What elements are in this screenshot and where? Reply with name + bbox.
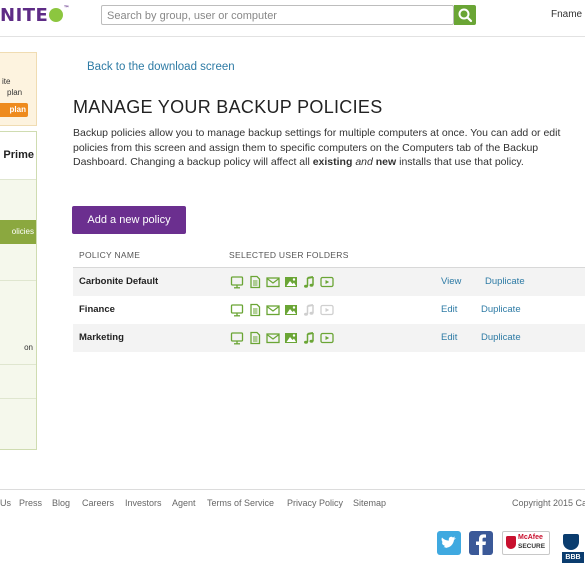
footer-link-press[interactable]: Press [19,498,42,508]
facebook-f-icon [476,534,486,555]
column-header-user-folders: SELECTED USER FOLDERS [229,250,349,260]
email-folder-icon [266,277,280,288]
duplicate-policy-link[interactable]: Duplicate [481,332,521,343]
edit-policy-link[interactable]: Edit [441,332,457,343]
back-to-download-link[interactable]: Back to the download screen [87,61,235,73]
policy-name: Carbonite Default [79,276,159,287]
table-row: Finance Edit Duplicate [73,296,585,324]
sidebar-upgrade-box: ite plan plan [0,52,37,126]
footer-link-agent[interactable]: Agent [172,498,196,508]
documents-folder-icon [250,303,261,317]
column-header-policy-name: POLICY NAME [79,250,141,260]
documents-folder-icon [250,331,261,345]
duplicate-policy-link[interactable]: Duplicate [485,276,525,287]
logo-o-mark [49,8,64,22]
desktop-folder-icon [230,332,244,345]
bbb-label: BBB [562,552,584,563]
videos-folder-icon [320,276,334,288]
desktop-folder-icon [230,276,244,289]
plan-title: Prime [0,132,36,180]
carbonite-logo[interactable]: NITE ™ [0,5,70,26]
top-header: NITE ™ Fname L [0,0,585,37]
videos-folder-icon [320,332,334,344]
bbb-badge[interactable]: BBB [560,530,585,572]
footer-link-investors[interactable]: Investors [125,498,162,508]
copyright-text: Copyright 2015 Ca [512,498,585,508]
desktop-folder-icon [230,304,244,317]
logo-tm: ™ [63,5,70,12]
duplicate-policy-link[interactable]: Duplicate [481,304,521,315]
upgrade-text-line2: plan [7,88,23,97]
footer-link-careers[interactable]: Careers [82,498,114,508]
videos-folder-icon [320,304,334,316]
page-description: Backup policies allow you to manage back… [73,126,585,170]
view-policy-link[interactable]: View [441,276,461,287]
footer-link-about-us[interactable]: Us [0,498,11,508]
search-box [101,5,454,25]
mcafee-label: McAfee [518,534,543,541]
sidebar-divider [0,280,36,281]
description-existing: existing [312,156,353,168]
edit-policy-link[interactable]: Edit [441,304,457,315]
policy-table-header: POLICY NAME SELECTED USER FOLDERS [73,245,585,268]
search-icon [458,8,473,23]
sidebar-divider [0,364,36,365]
pictures-folder-icon [285,333,297,343]
policy-name: Marketing [79,332,124,343]
mcafee-secure-label: SECURE [518,543,546,550]
documents-folder-icon [250,275,261,289]
footer-link-terms[interactable]: Terms of Service [207,498,274,508]
music-folder-icon [304,332,314,344]
pictures-folder-icon [285,277,297,287]
policy-name: Finance [79,304,115,315]
footer-divider [0,489,585,490]
email-folder-icon [266,305,280,316]
email-folder-icon [266,333,280,344]
add-new-policy-button[interactable]: Add a new policy [72,206,186,234]
sidebar-item-policies[interactable]: olicies [0,220,36,244]
mcafee-secure-badge[interactable]: McAfee SECURE [502,531,550,555]
sidebar-item-other[interactable]: on [24,343,33,352]
sidebar-divider [0,398,36,399]
music-folder-icon [304,304,314,316]
sidebar-nav: Prime olicies on [0,131,37,450]
mcafee-shield-icon [506,536,516,549]
twitter-bird-icon [441,536,456,548]
description-new: new [375,156,397,168]
table-row: Marketing Edit Duplicate [73,324,585,352]
folder-icons [230,331,334,345]
footer-link-blog[interactable]: Blog [52,498,70,508]
folder-icons [230,275,334,289]
user-menu[interactable]: Fname L [551,9,585,20]
folder-icons [230,303,334,317]
upgrade-plan-button[interactable]: plan [0,103,28,117]
footer-link-sitemap[interactable]: Sitemap [353,498,386,508]
bbb-seal-icon [563,534,579,550]
logo-text: NITE [0,5,49,26]
page-title: MANAGE YOUR BACKUP POLICIES [73,97,383,117]
search-button[interactable] [454,5,476,25]
search-input[interactable] [102,7,452,25]
table-row: Carbonite Default View Duplicate [73,268,585,296]
description-text-end: installs that use that policy. [396,156,524,168]
twitter-icon[interactable] [437,531,461,555]
music-folder-icon [304,276,314,288]
upgrade-text-line1: ite [2,77,11,86]
pictures-folder-icon [285,305,297,315]
footer-link-privacy[interactable]: Privacy Policy [287,498,343,508]
facebook-icon[interactable] [469,531,493,555]
description-and: and [355,156,373,168]
